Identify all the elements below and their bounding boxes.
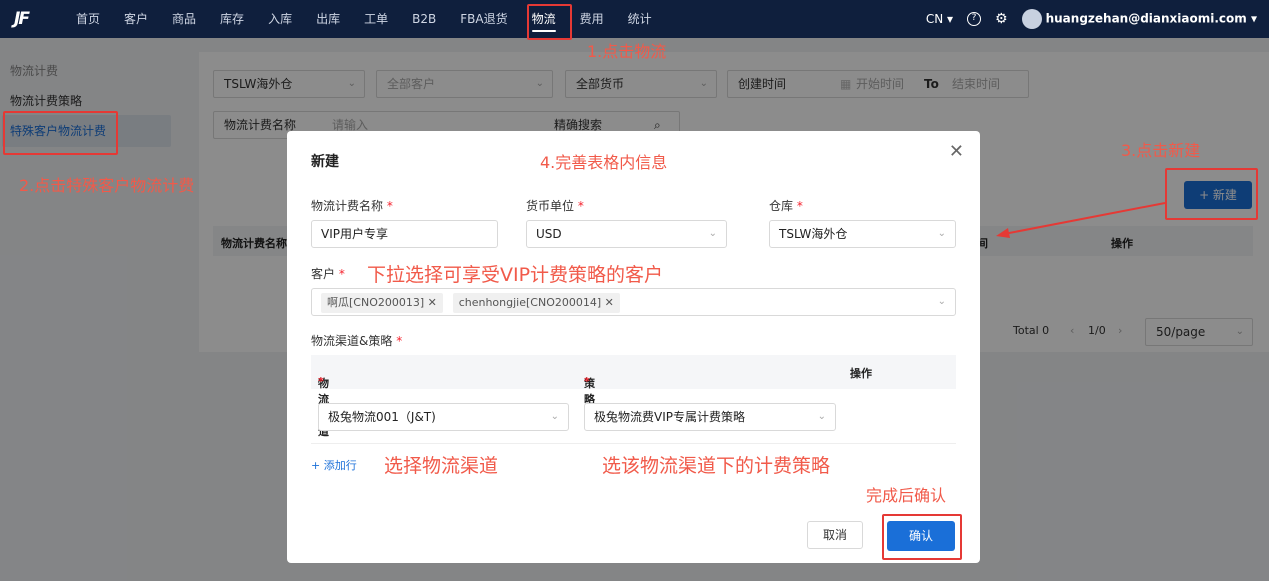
warehouse-select[interactable]: TSLW海外仓 ⌄ bbox=[769, 220, 956, 248]
currency-select[interactable]: USD ⌄ bbox=[526, 220, 727, 248]
chevron-down-icon: ⌄ bbox=[937, 296, 946, 307]
top-nav-bar: JF 首页 客户 商品 库存 入库 出库 工单 B2B FBA退货 物流 费用 … bbox=[0, 0, 1269, 38]
currency-label: 货币单位 * bbox=[526, 199, 584, 213]
annotation-channel-tip: 选择物流渠道 bbox=[384, 455, 499, 477]
customer-tag: chenhongjie[CNO200014] ✕ bbox=[452, 293, 620, 313]
close-icon[interactable]: ✕ bbox=[428, 296, 437, 309]
avatar bbox=[1021, 9, 1042, 29]
warehouse-value: TSLW海外仓 bbox=[779, 227, 848, 241]
highlight-logistics bbox=[527, 4, 572, 40]
warehouse-label: 仓库 * bbox=[769, 199, 803, 213]
annotation-customer-tip: 下拉选择可享受VIP计费策略的客户 bbox=[367, 264, 664, 286]
customer-tag: 啊瓜[CNO200013] ✕ bbox=[321, 293, 443, 313]
highlight-new-button bbox=[1165, 168, 1258, 220]
name-label: 物流计费名称 * bbox=[311, 199, 393, 213]
close-icon[interactable]: ✕ bbox=[605, 296, 614, 309]
brand-logo[interactable]: JF bbox=[14, 9, 40, 29]
customer-label: 客户 * bbox=[311, 267, 345, 281]
annotation-step2: 2.点击特殊客户物流计费 bbox=[19, 176, 195, 195]
customer-multiselect[interactable]: 啊瓜[CNO200013] ✕ chenhongjie[CNO200014] ✕… bbox=[311, 288, 956, 316]
row-divider bbox=[311, 443, 956, 444]
annotation-step1: 1.点击物流 bbox=[587, 42, 667, 61]
customer-label-text: 客户 bbox=[311, 267, 336, 281]
channel-section-label-text: 物流渠道&策略 bbox=[311, 334, 393, 348]
help-icon[interactable]: ? bbox=[967, 12, 982, 26]
nav-outbound[interactable]: 出库 bbox=[304, 0, 352, 38]
name-input[interactable]: VIP用户专享 bbox=[311, 220, 498, 248]
channel-select[interactable]: 极兔物流001（J&T) ⌄ bbox=[318, 403, 569, 431]
annotation-confirm-tip: 完成后确认 bbox=[866, 486, 947, 505]
dialog-title: 新建 bbox=[311, 154, 339, 170]
chevron-down-icon: ⌄ bbox=[817, 411, 826, 422]
arrow-to-new-button bbox=[996, 202, 1166, 238]
nav-b2b[interactable]: B2B bbox=[400, 0, 448, 38]
close-icon[interactable]: ✕ bbox=[949, 141, 964, 162]
annotation-strategy-tip: 选该物流渠道下的计费策略 bbox=[602, 455, 831, 477]
nav-fba-return[interactable]: FBA退货 bbox=[448, 0, 519, 38]
nav-customer[interactable]: 客户 bbox=[112, 0, 160, 38]
annotation-step4: 4.完善表格内信息 bbox=[540, 153, 668, 172]
channel-table-header: 物流渠道 * 策略 * 操作 bbox=[311, 355, 956, 438]
nav-stats[interactable]: 统计 bbox=[616, 0, 664, 38]
customer-tag-label: 啊瓜[CNO200013] bbox=[327, 296, 425, 309]
channel-section-label: 物流渠道&策略 * bbox=[311, 334, 403, 348]
strategy-value: 极兔物流费VIP专属计费策略 bbox=[594, 410, 745, 424]
currency-label-text: 货币单位 bbox=[526, 199, 575, 213]
name-label-text: 物流计费名称 bbox=[311, 199, 384, 213]
chevron-down-icon: ⌄ bbox=[708, 228, 717, 239]
top-right-tools: CN ▾ ? ⚙ huangzehan@dianxiaomi.com ▾ bbox=[926, 0, 1257, 38]
nav-home[interactable]: 首页 bbox=[64, 0, 112, 38]
currency-value: USD bbox=[536, 227, 562, 241]
channel-value: 极兔物流001（J&T) bbox=[328, 410, 436, 424]
nav-fees[interactable]: 费用 bbox=[568, 0, 616, 38]
add-row-button[interactable]: + 添加行 bbox=[311, 457, 357, 473]
customer-tag-label: chenhongjie[CNO200014] bbox=[458, 296, 602, 309]
language-switch[interactable]: CN ▾ bbox=[926, 12, 953, 26]
highlight-confirm-button bbox=[882, 514, 962, 560]
warehouse-label-text: 仓库 bbox=[769, 199, 794, 213]
user-email: huangzehan@dianxiaomi.com ▾ bbox=[1045, 11, 1257, 26]
main-nav: 首页 客户 商品 库存 入库 出库 工单 B2B FBA退货 物流 费用 统计 bbox=[64, 0, 664, 38]
cancel-button[interactable]: 取消 bbox=[807, 521, 863, 549]
strategy-select[interactable]: 极兔物流费VIP专属计费策略 ⌄ bbox=[584, 403, 836, 431]
col-ops: 操作 bbox=[850, 367, 872, 380]
gear-icon[interactable]: ⚙ bbox=[995, 11, 1008, 27]
chevron-down-icon: ⌄ bbox=[550, 411, 559, 422]
nav-inventory[interactable]: 库存 bbox=[208, 0, 256, 38]
nav-inbound[interactable]: 入库 bbox=[256, 0, 304, 38]
chevron-down-icon: ⌄ bbox=[937, 228, 946, 239]
highlight-special-customer bbox=[3, 111, 118, 155]
nav-ticket[interactable]: 工单 bbox=[352, 0, 400, 38]
nav-product[interactable]: 商品 bbox=[160, 0, 208, 38]
annotation-step3: 3.点击新建 bbox=[1121, 141, 1201, 160]
user-menu[interactable]: huangzehan@dianxiaomi.com ▾ bbox=[1021, 9, 1257, 29]
